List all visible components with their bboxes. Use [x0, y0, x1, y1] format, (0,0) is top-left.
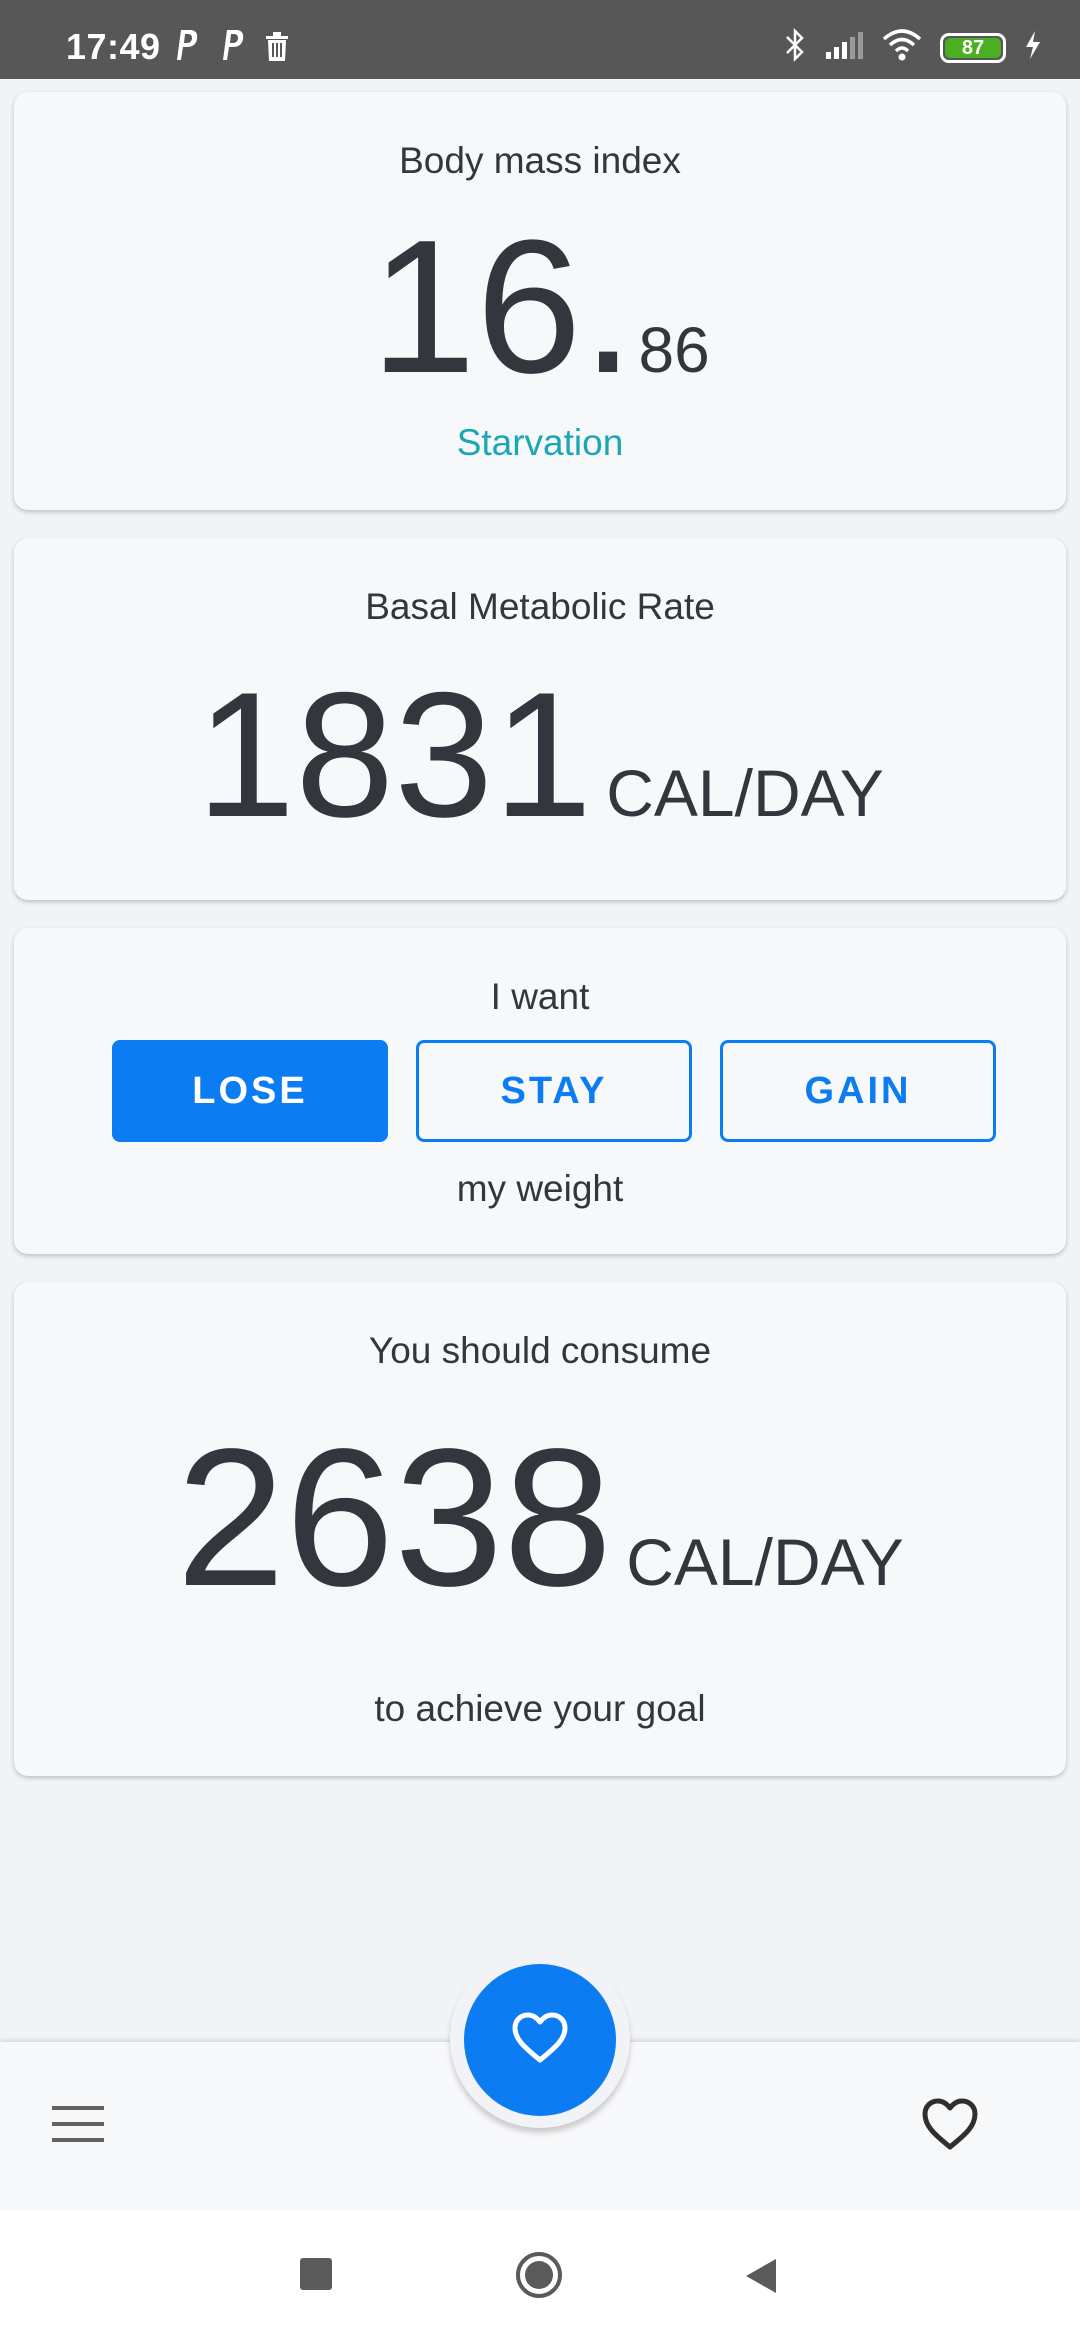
goal-title: I want — [490, 976, 590, 1017]
consume-value: 2638 CAL/DAY — [14, 1420, 1066, 1616]
favorites-button[interactable] — [920, 2096, 980, 2152]
stay-button[interactable]: STAY — [416, 1040, 692, 1142]
bmr-value: 1831 CAL/DAY — [14, 666, 1066, 844]
lose-button[interactable]: LOSE — [112, 1040, 388, 1142]
bmi-card: Body mass index 16.86 Starvation — [14, 92, 1066, 510]
home-icon[interactable] — [514, 2250, 564, 2300]
signal-icon — [824, 30, 864, 65]
bmi-title: Body mass index — [399, 140, 681, 181]
bmr-title: Basal Metabolic Rate — [365, 586, 715, 627]
recents-icon[interactable] — [300, 2258, 332, 2290]
consume-number: 2638 — [176, 1408, 613, 1627]
consume-card: You should consume 2638 CAL/DAY to achiev… — [14, 1282, 1066, 1776]
system-nav-bar — [0, 2210, 1080, 2340]
bluetooth-icon — [784, 27, 806, 67]
gain-button[interactable]: GAIN — [720, 1040, 996, 1142]
consume-title: You should consume — [368, 1330, 712, 1371]
heart-icon — [510, 2011, 570, 2070]
charging-icon — [1024, 30, 1042, 65]
goal-footer: my weight — [456, 1168, 624, 1209]
goal-options: LOSE STAY GAIN — [112, 1040, 996, 1142]
status-time: 17:49 — [66, 26, 161, 67]
wifi-icon — [882, 29, 922, 66]
goal-card: I want LOSE STAY GAIN my weight — [14, 928, 1066, 1254]
consume-unit: CAL/DAY — [626, 1525, 904, 1599]
bmr-card: Basal Metabolic Rate 1831 CAL/DAY — [14, 538, 1066, 900]
battery-level: 87 — [945, 37, 1001, 58]
menu-button[interactable] — [50, 2104, 106, 2144]
bmi-value-separator: . — [581, 201, 635, 413]
consume-footer: to achieve your goal — [374, 1688, 706, 1729]
battery-icon: 87 — [940, 32, 1006, 63]
status-bar: 17:49 87 — [0, 0, 1080, 79]
bmr-number: 1831 — [196, 655, 593, 854]
notification-icons — [172, 28, 290, 68]
system-icons: 87 — [784, 27, 1042, 67]
bmi-value: 16.86 — [14, 212, 1066, 402]
bmi-value-decimal: 86 — [638, 314, 710, 386]
delete-icon — [264, 30, 290, 67]
calculate-fab[interactable] — [464, 1964, 616, 2116]
parking-icon — [218, 28, 246, 68]
heart-outline-icon — [920, 2098, 980, 2156]
parking-icon — [172, 28, 200, 68]
menu-icon — [50, 2106, 106, 2148]
bmr-unit: CAL/DAY — [606, 756, 884, 830]
bmi-status: Starvation — [456, 422, 624, 463]
bmi-value-integer: 16 — [370, 201, 582, 413]
back-icon[interactable] — [742, 2256, 782, 2296]
